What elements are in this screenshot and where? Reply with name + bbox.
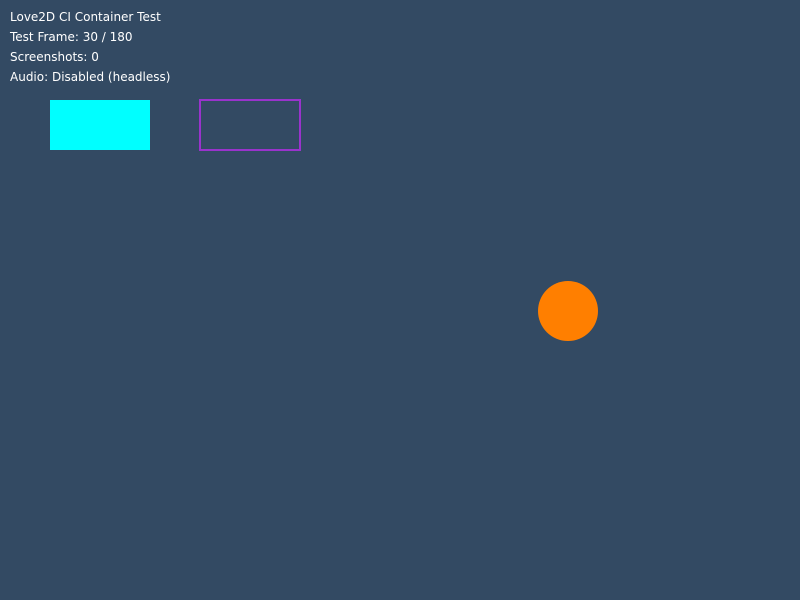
audio-status: Audio: Disabled (headless) — [10, 70, 171, 84]
cyan-filled-rectangle — [50, 100, 150, 150]
purple-outline-rectangle — [199, 99, 301, 151]
screenshot-counter: Screenshots: 0 — [10, 50, 99, 64]
hud-title: Love2D CI Container Test — [10, 10, 161, 24]
orange-circle — [538, 281, 598, 341]
game-canvas: Love2D CI Container Test Test Frame: 30 … — [0, 0, 800, 600]
test-frame-counter: Test Frame: 30 / 180 — [10, 30, 133, 44]
